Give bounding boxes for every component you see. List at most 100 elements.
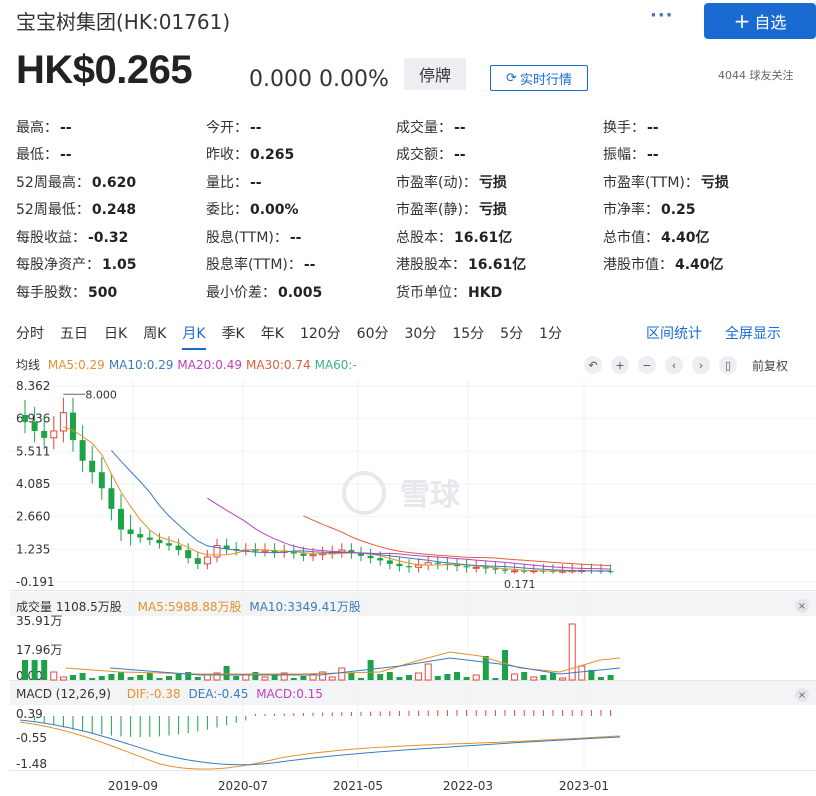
ma-list: MA5:0.29 MA10:0.29 MA20:0.49 MA30:0.74 MA60:… [48, 358, 361, 372]
candle-body [185, 550, 192, 559]
quote-cell: 市净率： 0.25 [603, 199, 793, 219]
quote-value: 16.61亿 [454, 229, 513, 246]
watermark-text: 雪球 [400, 478, 461, 513]
y-tick-label: 1.235 [16, 542, 50, 556]
volume-bar [482, 656, 489, 680]
macd-y-tick: -0.55 [16, 731, 47, 745]
macd-y-tick: 0.39 [16, 707, 43, 721]
candle-body [203, 556, 211, 565]
quote-cell [603, 284, 793, 300]
quote-label: 52周最低： [16, 202, 90, 219]
stock-chart[interactable]: 2019-09 2020-07 2021-05 2022-03 2023-01 8.362… [0, 350, 816, 796]
candle-body [79, 440, 86, 461]
macd-value: MACD:0.15 [256, 687, 323, 701]
undo-icon[interactable]: ↶ [584, 356, 602, 374]
panel-divider [10, 590, 816, 591]
quote-cell: 总市值： 4.40亿 [603, 227, 793, 247]
volume-bar [434, 676, 441, 680]
tab-period[interactable]: 120分 [300, 318, 341, 350]
tab-period[interactable]: 15分 [452, 318, 484, 350]
tab-period[interactable]: 季K [222, 318, 245, 350]
quote-label: 最高： [16, 119, 58, 136]
scroll-left-icon[interactable]: ‹ [665, 356, 683, 374]
y-tick-label: 2.660 [16, 510, 50, 524]
quote-value: -0.32 [88, 229, 129, 246]
candle-body [127, 529, 134, 535]
x-tick-label: 2022-03 [443, 779, 493, 793]
volume-bar [348, 673, 355, 680]
close-macd-icon[interactable]: × [795, 688, 809, 702]
more-options-icon[interactable]: ··· [650, 5, 674, 26]
scroll-right-icon[interactable]: › [692, 356, 710, 374]
y-tick-label: 4.085 [16, 477, 50, 491]
tab-period[interactable]: 周K [143, 318, 166, 350]
zoom-out-icon[interactable]: − [638, 356, 656, 374]
quote-label: 市盈率(动)： [396, 174, 477, 191]
macd-dif: DIF:-0.38 [126, 687, 181, 701]
quote-value: 亏损 [478, 174, 507, 191]
candle-body [521, 570, 528, 572]
period-tabs: 分时 五日 日K 周K 月K 季K 年K 120分 60分 30分 15分 5分 1分 区间统计 全屏显示 [16, 318, 816, 350]
quote-label: 总股本： [396, 229, 452, 246]
candle-body [194, 558, 201, 564]
candle-body [41, 430, 48, 438]
volume-bar [521, 672, 528, 680]
ma-item: MA5:0.29 [47, 358, 105, 372]
current-price: HK$0.265 [16, 48, 193, 92]
tab-period[interactable]: 分时 [16, 318, 44, 350]
quote-label: 振幅： [603, 147, 645, 164]
watermark-logo-icon [342, 471, 386, 515]
volume-bar [598, 677, 604, 680]
x-tick-label: 2023-01 [559, 779, 609, 793]
quote-label: 市净率： [603, 202, 659, 219]
add-watchlist-button[interactable]: + 自选 [704, 3, 816, 39]
quote-value: 500 [88, 284, 118, 301]
volume-bar [511, 673, 519, 681]
quote-value: -- [647, 147, 659, 164]
range-stats-link[interactable]: 区间统计 [646, 318, 702, 350]
tab-period[interactable]: 日K [104, 318, 127, 350]
volume-bar [50, 671, 58, 681]
volume-bar [89, 678, 96, 680]
quote-value: 0.265 [250, 147, 295, 164]
tab-period[interactable]: 月K [182, 318, 206, 350]
tab-period[interactable]: 五日 [60, 318, 88, 350]
quote-value: -- [60, 147, 72, 164]
quote-label: 最小价差： [206, 284, 276, 301]
volume-bar [300, 676, 307, 680]
tab-period[interactable]: 60分 [357, 318, 389, 350]
quote-value: 1.05 [102, 257, 137, 274]
quote-cell: 市盈率(动)： 亏损 [396, 172, 603, 192]
volume-ma10: MA10:3349.41万股 [249, 600, 361, 614]
adjust-mode-button[interactable]: 前复权 [752, 357, 788, 374]
volume-bar [377, 674, 384, 680]
close-volume-icon[interactable]: × [795, 599, 809, 613]
candle-body [367, 555, 374, 559]
candle-body [511, 570, 519, 573]
quote-label: 市盈率(静)： [396, 202, 477, 219]
tab-period[interactable]: 年K [261, 318, 284, 350]
tab-period[interactable]: 5分 [500, 318, 523, 350]
fullscreen-link[interactable]: 全屏显示 [725, 318, 781, 350]
candle-type-icon[interactable]: ▯ [719, 356, 737, 374]
candle-body [118, 508, 124, 530]
tab-period[interactable]: 1分 [539, 318, 562, 350]
volume-bar [108, 674, 115, 680]
realtime-quote-button[interactable]: ⟳ 实时行情 [490, 65, 588, 91]
quote-value: -- [250, 119, 262, 136]
ma-item: MA20:0.49 [177, 358, 242, 372]
volume-bar [261, 676, 269, 681]
add-watchlist-label: 自选 [754, 13, 787, 32]
quote-label: 每股收益： [16, 229, 86, 246]
x-tick-label: 2021-05 [333, 779, 383, 793]
tab-period[interactable]: 30分 [405, 318, 437, 350]
quote-label: 市盈率(TTM)： [603, 174, 699, 191]
trading-halt-badge: 停牌 [404, 58, 466, 90]
quote-cell: 量比： -- [206, 172, 396, 192]
ma-label: 均线 [16, 358, 41, 372]
zoom-in-icon[interactable]: + [611, 356, 629, 374]
quote-label: 货币单位： [396, 284, 466, 301]
followers-count[interactable]: 4044 球友关注 [718, 67, 794, 83]
quote-label: 股息率(TTM)： [206, 257, 302, 274]
quote-label: 港股股本： [396, 257, 466, 274]
